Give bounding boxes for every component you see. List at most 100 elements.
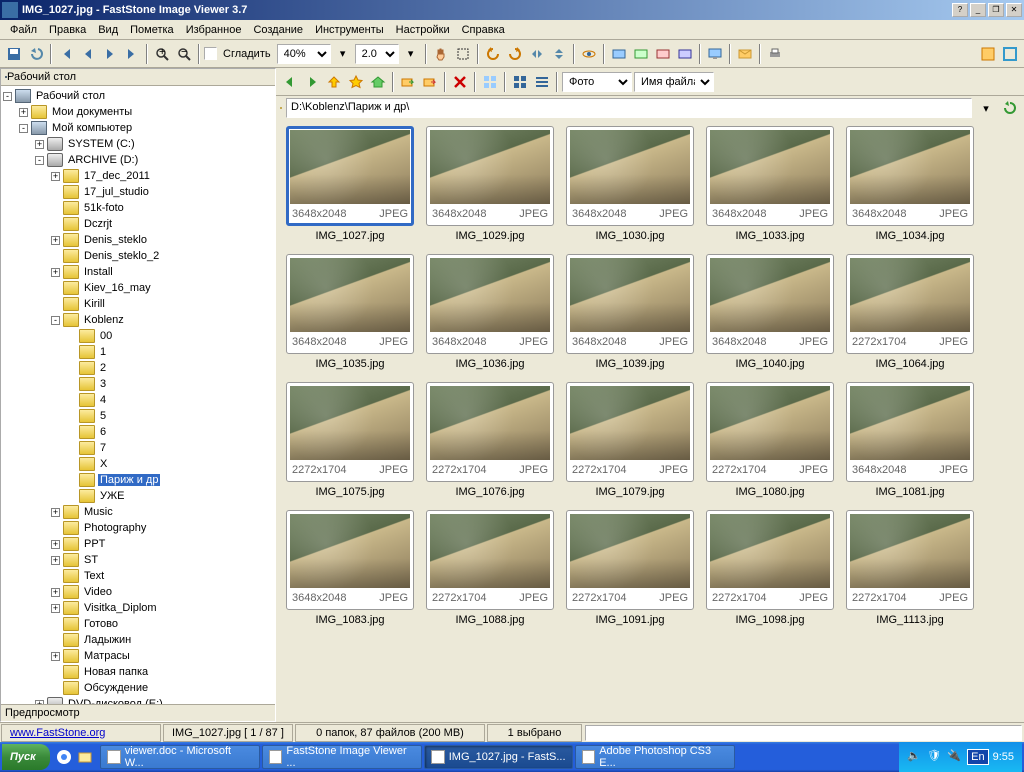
tree-node[interactable]: +Install [3, 264, 273, 280]
tree-node[interactable]: +Visitka_Diplom [3, 600, 273, 616]
thumbnail[interactable]: 3648x2048 JPEG IMG_1039.jpg [562, 254, 698, 374]
menu-item[interactable]: Пометка [124, 22, 180, 38]
nav-back-icon[interactable] [280, 72, 300, 92]
home-icon[interactable] [368, 72, 388, 92]
refresh-icon[interactable] [1000, 98, 1020, 118]
tree-node[interactable]: 2 [3, 360, 273, 376]
ql-chrome-icon[interactable] [54, 745, 74, 769]
tray-icon[interactable]: 🔈 [907, 749, 923, 765]
tree-node[interactable]: +Denis_steklo [3, 232, 273, 248]
expand-icon[interactable]: + [51, 236, 60, 245]
thumbnail-grid[interactable]: 3648x2048 JPEG IMG_1027.jpg 3648x2048 JP… [276, 120, 1024, 722]
delete-icon[interactable] [450, 72, 470, 92]
collapse-icon[interactable]: - [3, 92, 12, 101]
zoom-combo[interactable]: 40% [277, 44, 331, 64]
thumbnail[interactable]: 3648x2048 JPEG IMG_1040.jpg [702, 254, 838, 374]
tree-node[interactable]: +SYSTEM (C:) [3, 136, 273, 152]
zoom-step-combo[interactable]: 2.0 [355, 44, 399, 64]
thumbnail[interactable]: 2272x1704 JPEG IMG_1075.jpg [282, 382, 418, 502]
view-thumb-icon[interactable] [510, 72, 530, 92]
expand-icon[interactable]: + [51, 556, 60, 565]
tree-node[interactable]: Ладыжин [3, 632, 273, 648]
thumbnail[interactable]: 2272x1704 JPEG IMG_1076.jpg [422, 382, 558, 502]
path-dropdown-icon[interactable]: ▾ [976, 98, 996, 118]
tree-node[interactable]: +17_dec_2011 [3, 168, 273, 184]
maximize-button[interactable]: ❐ [988, 3, 1004, 17]
nav-fwd-icon[interactable] [302, 72, 322, 92]
last-icon[interactable] [122, 44, 142, 64]
tree-node[interactable]: Kirill [3, 296, 273, 312]
tree-node[interactable]: Dczrjt [3, 216, 273, 232]
ql-explorer-icon[interactable] [75, 745, 95, 769]
tree-node[interactable]: Photography [3, 520, 273, 536]
tree-node[interactable]: 1 [3, 344, 273, 360]
select-all-icon[interactable] [480, 72, 500, 92]
expand-icon[interactable]: + [35, 140, 44, 149]
thumbnail[interactable]: 3648x2048 JPEG IMG_1036.jpg [422, 254, 558, 374]
thumbnail[interactable]: 3648x2048 JPEG IMG_1081.jpg [842, 382, 978, 502]
first-icon[interactable] [56, 44, 76, 64]
expand-icon[interactable]: + [51, 172, 60, 181]
tree-node[interactable]: Готово [3, 616, 273, 632]
thumbnail[interactable]: 2272x1704 JPEG IMG_1098.jpg [702, 510, 838, 630]
tree-node[interactable]: +Video [3, 584, 273, 600]
mail-icon[interactable] [735, 44, 755, 64]
tray-icon[interactable]: 🛡 [927, 749, 943, 765]
status-link[interactable]: www.FastStone.org [1, 724, 161, 742]
next-icon[interactable] [100, 44, 120, 64]
zoom-apply-icon[interactable]: ▾ [333, 44, 353, 64]
tree-node[interactable]: 17_jul_studio [3, 184, 273, 200]
zoom-step-apply-icon[interactable]: ▾ [401, 44, 421, 64]
thumbnail[interactable]: 3648x2048 JPEG IMG_1035.jpg [282, 254, 418, 374]
expand-icon[interactable]: + [51, 508, 60, 517]
nav-up-icon[interactable] [324, 72, 344, 92]
screen-icon[interactable] [705, 44, 725, 64]
tree-node[interactable]: 6 [3, 424, 273, 440]
thumbnail[interactable]: 3648x2048 JPEG IMG_1029.jpg [422, 126, 558, 246]
smooth-checkbox[interactable] [204, 47, 217, 60]
expand-icon[interactable]: + [51, 604, 60, 613]
expand-icon[interactable]: + [51, 268, 60, 277]
tree-node[interactable]: УЖЕ [3, 488, 273, 504]
tree-node[interactable]: Новая папка [3, 664, 273, 680]
tray-icon[interactable]: 🔌 [947, 749, 963, 765]
thumbnail[interactable]: 2272x1704 JPEG IMG_1113.jpg [842, 510, 978, 630]
tool2-icon[interactable] [631, 44, 651, 64]
tool4-icon[interactable] [675, 44, 695, 64]
thumbnail[interactable]: 3648x2048 JPEG IMG_1033.jpg [702, 126, 838, 246]
expand-icon[interactable]: + [51, 652, 60, 661]
tree-node[interactable]: 4 [3, 392, 273, 408]
thumbnail[interactable]: 2272x1704 JPEG IMG_1080.jpg [702, 382, 838, 502]
thumbnail[interactable]: 2272x1704 JPEG IMG_1091.jpg [562, 510, 698, 630]
tree-node[interactable]: Париж и др [3, 472, 273, 488]
filter-combo[interactable]: Фото [562, 72, 632, 92]
minimize-button[interactable]: _ [970, 3, 986, 17]
menu-item[interactable]: Избранное [180, 22, 248, 38]
expand-icon[interactable]: + [51, 588, 60, 597]
menu-item[interactable]: Настройки [390, 22, 456, 38]
menu-item[interactable]: Файл [4, 22, 43, 38]
taskbar-item[interactable]: viewer.doc - Microsoft W... [100, 745, 260, 769]
tree-node[interactable]: 51k-foto [3, 200, 273, 216]
fav-icon[interactable] [346, 72, 366, 92]
tray-clock[interactable]: 9:55 [993, 751, 1014, 763]
tree-node[interactable]: +Music [3, 504, 273, 520]
tree-node[interactable]: 7 [3, 440, 273, 456]
sort-combo[interactable]: Имя файла [634, 72, 714, 92]
tree-node[interactable]: Text [3, 568, 273, 584]
fullscreen-icon[interactable] [978, 44, 998, 64]
tool3-icon[interactable] [653, 44, 673, 64]
menu-item[interactable]: Вид [92, 22, 124, 38]
tree-node[interactable]: X [3, 456, 273, 472]
taskbar-item[interactable]: Adobe Photoshop CS3 E... [575, 745, 735, 769]
thumbnail[interactable]: 3648x2048 JPEG IMG_1034.jpg [842, 126, 978, 246]
zoom-out-icon[interactable]: − [174, 44, 194, 64]
expand-icon[interactable]: + [51, 540, 60, 549]
close-button[interactable]: ✕ [1006, 3, 1022, 17]
tree-node[interactable]: +Мои документы [3, 104, 273, 120]
path-input[interactable]: D:\Koblenz\Париж и др\ [286, 98, 972, 118]
taskbar-item[interactable]: IMG_1027.jpg - FastS... [424, 745, 573, 769]
thumbnail[interactable]: 3648x2048 JPEG IMG_1027.jpg [282, 126, 418, 246]
undo-icon[interactable] [26, 44, 46, 64]
zoom-in-icon[interactable]: + [152, 44, 172, 64]
